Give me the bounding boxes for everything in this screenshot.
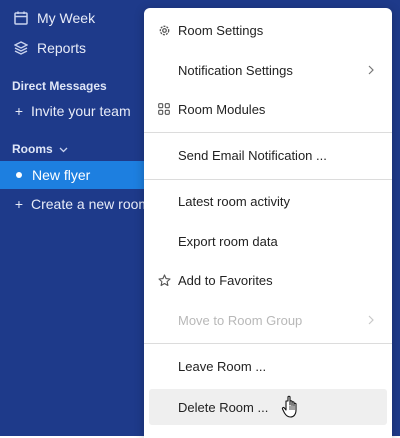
gear-icon (157, 23, 171, 37)
menu-item-export-room-data[interactable]: Export room data (144, 223, 392, 259)
menu-item-label: Send Email Notification ... (178, 147, 327, 163)
menu-item-delete-room[interactable]: Delete Room ... (149, 389, 387, 425)
rooms-heading-label: Rooms (12, 142, 53, 156)
hand-cursor-icon (281, 395, 301, 419)
menu-divider (144, 179, 392, 180)
menu-item-label: Export room data (178, 233, 278, 249)
sidebar-item-invite[interactable]: + Invite your team (0, 97, 160, 125)
menu-item-label: Latest room activity (178, 193, 290, 209)
room-context-menu: Room Settings Notification Settings Room… (144, 8, 392, 438)
rooms-heading[interactable]: Rooms (12, 142, 68, 156)
menu-item-add-to-favorites[interactable]: Add to Favorites (144, 262, 392, 298)
menu-divider (144, 132, 392, 133)
sidebar-item-label: Reports (37, 40, 87, 56)
direct-messages-heading: Direct Messages (12, 79, 107, 93)
menu-item-label: Leave Room ... (178, 358, 267, 374)
plus-icon: + (14, 103, 24, 119)
menu-item-notification-settings[interactable]: Notification Settings (144, 52, 392, 88)
menu-item-room-modules[interactable]: Room Modules (144, 91, 392, 127)
sidebar-item-my-week[interactable]: My Week (0, 4, 160, 32)
room-dot-icon (16, 172, 22, 178)
menu-item-leave-room[interactable]: Leave Room ... (144, 348, 392, 384)
chevron-right-icon (368, 62, 374, 78)
menu-item-latest-room-activity[interactable]: Latest room activity (144, 183, 392, 219)
layers-icon (13, 40, 29, 56)
menu-item-room-settings[interactable]: Room Settings (144, 12, 392, 48)
menu-item-label: Move to Room Group (178, 312, 303, 328)
sidebar-item-label: Create a new room (31, 196, 151, 212)
star-icon (157, 273, 171, 287)
menu-item-label: Notification Settings (178, 62, 293, 78)
sidebar-item-reports[interactable]: Reports (0, 34, 160, 62)
sidebar-item-room-new-flyer[interactable]: New flyer (0, 161, 150, 189)
chevron-right-icon (368, 312, 374, 328)
menu-item-label: Room Modules (178, 101, 266, 117)
plus-icon: + (14, 196, 24, 212)
menu-item-label: Add to Favorites (178, 272, 273, 288)
sidebar-item-label: Invite your team (31, 103, 131, 119)
menu-item-label: Delete Room ... (178, 399, 269, 415)
modules-grid-icon (157, 102, 171, 116)
menu-divider (144, 343, 392, 344)
chevron-down-icon (59, 142, 68, 156)
sidebar-item-label: My Week (37, 10, 96, 26)
calendar-icon (13, 10, 29, 26)
menu-item-label: Room Settings (178, 22, 264, 38)
sidebar-item-create-room[interactable]: + Create a new room (0, 190, 160, 218)
menu-item-send-email-notification[interactable]: Send Email Notification ... (144, 137, 392, 173)
sidebar-item-label: New flyer (32, 167, 91, 183)
menu-item-move-to-room-group: Move to Room Group (144, 302, 392, 338)
